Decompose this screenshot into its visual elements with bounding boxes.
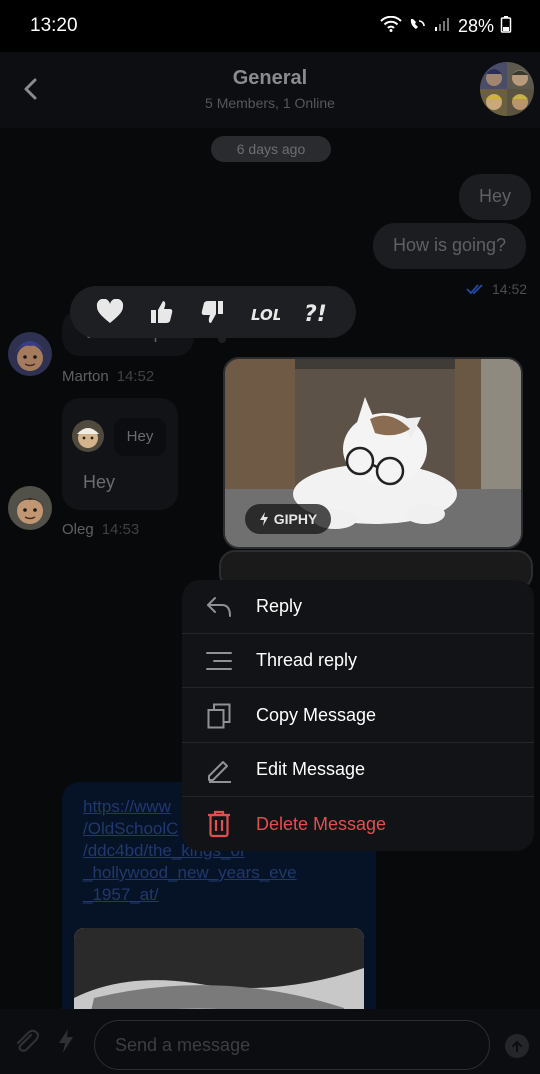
status-icons: 28%: [380, 15, 512, 38]
menu-label: Copy Message: [256, 705, 377, 725]
message-text: Hey: [83, 472, 116, 492]
double-check-icon: [466, 284, 483, 295]
thread-icon: [206, 651, 232, 670]
bolt-icon: [59, 1029, 73, 1053]
menu-item-edit[interactable]: Edit Message: [182, 743, 534, 797]
svg-text:LOL: LOL: [251, 306, 280, 324]
thumbs-down-icon[interactable]: [198, 297, 228, 327]
sender-meta: Oleg 14:53: [62, 521, 139, 538]
message-input[interactable]: [94, 1020, 490, 1070]
incoming-message[interactable]: Hey Hey: [62, 398, 178, 510]
sender-name: Oleg: [62, 521, 94, 538]
edit-icon: [208, 760, 231, 783]
send-icon: [512, 1040, 522, 1052]
message-meta: 14:52: [466, 281, 527, 297]
paperclip-icon: [16, 1029, 40, 1052]
giphy-label: GIPHY: [273, 511, 318, 527]
sender-name: Marton: [62, 368, 109, 385]
menu-item-reply[interactable]: Reply: [182, 580, 534, 634]
message-time: 14:52: [492, 281, 528, 297]
wifi-calling-icon: [408, 16, 428, 37]
heart-icon[interactable]: [95, 297, 125, 327]
reply-icon: [207, 596, 231, 617]
menu-label: Edit Message: [256, 759, 366, 779]
reaction-bubble-tail: [218, 335, 226, 343]
battery-icon: [500, 15, 512, 38]
quoted-avatar: [72, 420, 104, 452]
giphy-attachment[interactable]: GIPHY: [223, 357, 523, 549]
group-avatar[interactable]: [480, 62, 534, 116]
status-bar: 13:20 28%: [0, 0, 540, 52]
chat-screen: General 5 Members, 1 Online 6 days ago H…: [0, 52, 540, 1074]
reaction-picker: LOL ?!: [70, 286, 356, 338]
menu-item-delete[interactable]: Delete Message: [182, 797, 534, 851]
svg-text:?!: ?!: [304, 302, 327, 326]
channel-header: General 5 Members, 1 Online: [0, 52, 540, 128]
wifi-icon: [380, 15, 402, 37]
attach-button[interactable]: [12, 1027, 40, 1060]
quoted-message[interactable]: Hey: [114, 418, 166, 456]
outgoing-message[interactable]: Hey: [459, 174, 532, 220]
avatar[interactable]: [8, 332, 52, 376]
message-time: 14:53: [101, 521, 140, 538]
thumbs-up-icon[interactable]: [146, 297, 176, 327]
message-actions-menu: Reply Thread reply Copy Message Edit Mes…: [182, 580, 534, 851]
signal-icon: [434, 16, 452, 37]
avatar[interactable]: [8, 486, 52, 530]
copy-icon: [207, 703, 231, 728]
bolt-icon: [259, 512, 268, 526]
trash-icon: [208, 810, 230, 838]
date-separator: 6 days ago: [211, 136, 331, 162]
commands-button[interactable]: [58, 1029, 74, 1058]
status-time: 13:20: [30, 15, 78, 36]
battery-text: 28%: [457, 15, 494, 36]
menu-label: Delete Message: [256, 813, 387, 834]
sender-meta: Marton 14:52: [62, 368, 154, 385]
message-composer: [0, 1009, 540, 1074]
message-time: 14:52: [116, 368, 155, 385]
send-button[interactable]: [505, 1034, 529, 1058]
menu-item-copy[interactable]: Copy Message: [182, 689, 534, 743]
outgoing-message[interactable]: How is going?: [373, 223, 527, 269]
giphy-badge: GIPHY: [245, 504, 331, 534]
lol-icon[interactable]: LOL: [250, 297, 280, 327]
channel-title: General: [232, 67, 308, 89]
menu-label: Thread reply: [256, 650, 358, 670]
menu-item-thread-reply[interactable]: Thread reply: [182, 634, 534, 688]
channel-subtitle: 5 Members, 1 Online: [205, 95, 335, 111]
wut-icon[interactable]: ?!: [301, 297, 331, 327]
menu-label: Reply: [256, 596, 303, 616]
